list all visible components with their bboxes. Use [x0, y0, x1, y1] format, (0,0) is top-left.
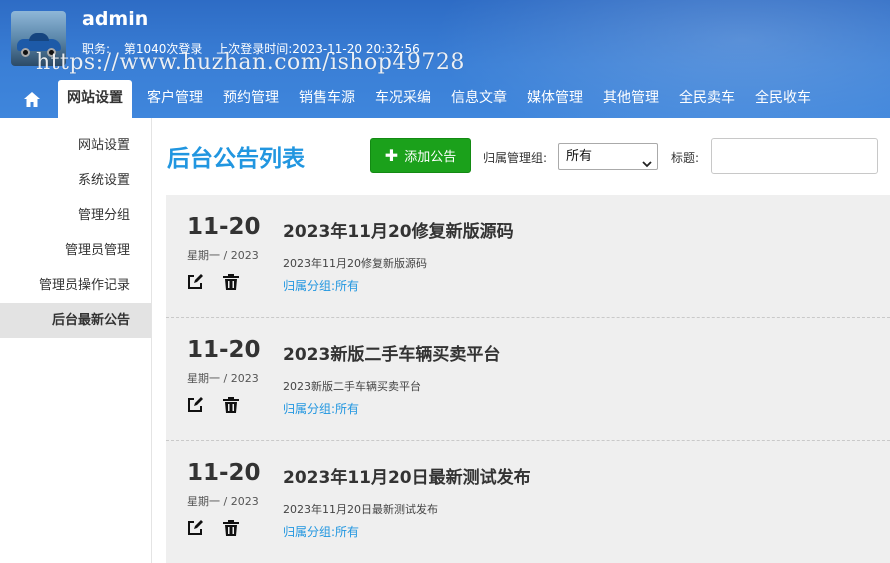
- announcement-desc: 2023新版二手车辆买卖平台: [283, 380, 421, 393]
- announcement-title[interactable]: 2023新版二手车辆买卖平台: [283, 340, 500, 365]
- nav-item-buy-car[interactable]: 全民收车: [746, 80, 820, 118]
- edit-icon[interactable]: [186, 396, 204, 414]
- sidebar-item-system-settings[interactable]: 系统设置: [0, 163, 151, 198]
- nav-item-sales-cars[interactable]: 销售车源: [290, 80, 364, 118]
- nav-item-other[interactable]: 其他管理: [594, 80, 668, 118]
- sidebar: 网站设置 系统设置 管理分组 管理员管理 管理员操作记录 后台最新公告: [0, 118, 152, 563]
- edit-icon[interactable]: [186, 273, 204, 291]
- page-title: 后台公告列表: [167, 146, 305, 172]
- announcement-desc: 2023年11月20日最新测试发布: [283, 503, 438, 516]
- nav-item-customers[interactable]: 客户管理: [138, 80, 212, 118]
- username: admin: [82, 8, 149, 30]
- sidebar-item-groups[interactable]: 管理分组: [0, 198, 151, 233]
- edit-icon[interactable]: [186, 519, 204, 537]
- announcement-date: 11-20: [187, 460, 261, 486]
- trash-icon[interactable]: [222, 273, 240, 291]
- group-filter-label: 归属管理组:: [483, 151, 548, 165]
- announcement-desc: 2023年11月20修复新版源码: [283, 257, 427, 270]
- list-item: 11-20 星期一 / 2023 2023年11月20修复新版源码 2023年1…: [166, 195, 890, 318]
- announcement-list: 11-20 星期一 / 2023 2023年11月20修复新版源码 2023年1…: [166, 195, 890, 563]
- trash-icon[interactable]: [222, 396, 240, 414]
- announcement-date: 11-20: [187, 337, 261, 363]
- nav-item-appointments[interactable]: 预约管理: [214, 80, 288, 118]
- sidebar-item-website-settings[interactable]: 网站设置: [0, 128, 151, 163]
- title-search-input[interactable]: [711, 138, 878, 174]
- announcement-weekday: 星期一 / 2023: [187, 249, 259, 262]
- sidebar-item-admin-logs[interactable]: 管理员操作记录: [0, 268, 151, 303]
- nav-item-car-condition[interactable]: 车况采编: [366, 80, 440, 118]
- main-content: 后台公告列表 ✚ 添加公告 归属管理组: 所有 标题: 11-20 星期一 / …: [152, 118, 890, 563]
- title-filter-label: 标题:: [671, 151, 700, 165]
- nav-item-website-settings[interactable]: 网站设置: [58, 80, 132, 118]
- announcement-weekday: 星期一 / 2023: [187, 372, 259, 385]
- sidebar-item-announcements[interactable]: 后台最新公告: [0, 303, 151, 338]
- home-icon[interactable]: [12, 80, 52, 118]
- nav-item-media[interactable]: 媒体管理: [518, 80, 592, 118]
- trash-icon[interactable]: [222, 519, 240, 537]
- add-button-label: 添加公告: [404, 150, 457, 165]
- group-filter-value: 所有: [566, 149, 593, 164]
- announcement-title[interactable]: 2023年11月20修复新版源码: [283, 217, 514, 242]
- add-announcement-button[interactable]: ✚ 添加公告: [370, 138, 471, 173]
- announcement-group: 归属分组:所有: [283, 525, 360, 539]
- announcement-weekday: 星期一 / 2023: [187, 495, 259, 508]
- nav-item-articles[interactable]: 信息文章: [442, 80, 516, 118]
- top-nav: 网站设置 客户管理 预约管理 销售车源 车况采编 信息文章 媒体管理 其他管理 …: [0, 80, 890, 118]
- list-item: 11-20 星期一 / 2023 2023新版二手车辆买卖平台 2023新版二手…: [166, 318, 890, 441]
- nav-item-sell-car[interactable]: 全民卖车: [670, 80, 744, 118]
- announcement-title[interactable]: 2023年11月20日最新测试发布: [283, 463, 531, 488]
- group-filter-select[interactable]: 所有: [558, 143, 658, 170]
- list-item: 11-20 星期一 / 2023 2023年11月20日最新测试发布 2023年…: [166, 441, 890, 563]
- watermark-text: https://www.huzhan.com/ishop49728: [36, 50, 465, 75]
- announcement-group: 归属分组:所有: [283, 402, 360, 416]
- announcement-group: 归属分组:所有: [283, 279, 360, 293]
- sidebar-item-admins[interactable]: 管理员管理: [0, 233, 151, 268]
- announcement-date: 11-20: [187, 214, 261, 240]
- top-header: admin 职务: 第1040次登录 上次登录时间:2023-11-20 20:…: [0, 0, 890, 118]
- plus-icon: ✚: [384, 146, 399, 165]
- chevron-down-icon: [642, 152, 652, 177]
